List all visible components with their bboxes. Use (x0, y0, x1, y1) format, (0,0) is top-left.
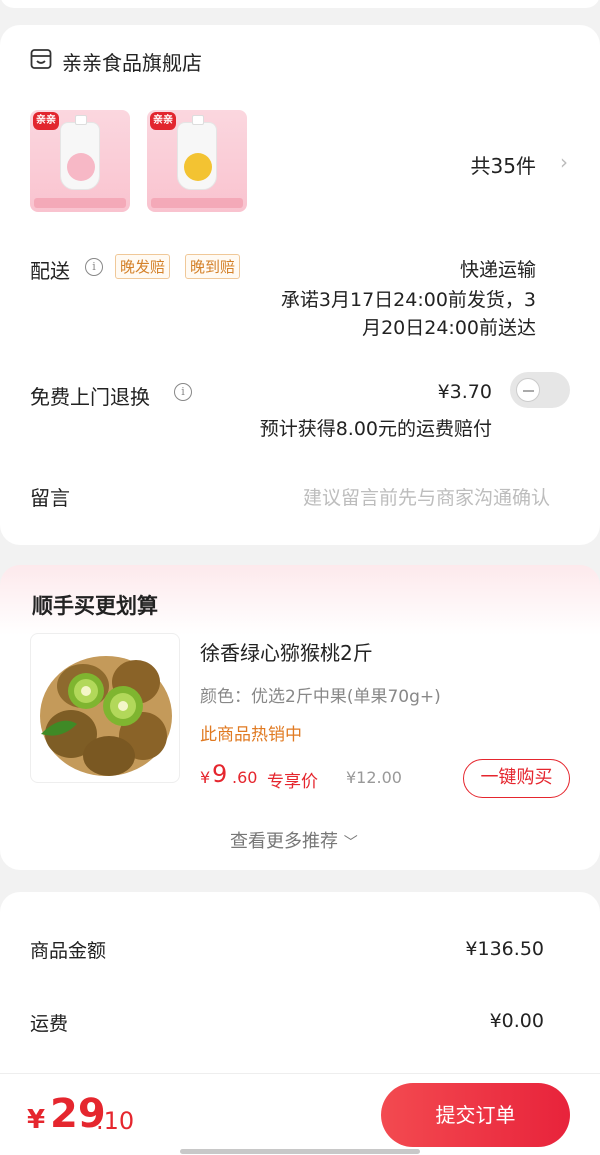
message-label: 留言 (30, 486, 70, 510)
chevron-right-icon[interactable]: › (560, 150, 568, 174)
previous-card (0, 0, 600, 8)
store-name[interactable]: 亲亲食品旗舰店 (62, 47, 202, 76)
late-ship-tag: 晚发赔 (115, 254, 171, 279)
rec-price-symbol: ¥ (200, 768, 211, 787)
delivery-promise-line2: 月20日24:00前送达 (362, 317, 536, 339)
jelly-pouch-image (177, 115, 217, 190)
info-icon[interactable]: i (174, 383, 192, 401)
item-count[interactable]: 共35件 (471, 150, 536, 179)
rec-product-hot-label: 此商品热销中 (200, 725, 302, 745)
more-recommend-label: 查看更多推荐 (230, 831, 338, 852)
goods-amount-value: ¥136.50 (465, 938, 544, 960)
return-service-price: ¥3.70 (437, 381, 492, 403)
late-arrive-tag: 晚到赔 (185, 254, 241, 279)
return-service-label: 免费上门退换 (30, 385, 150, 409)
brand-logo: 亲亲 (33, 112, 59, 130)
goods-amount-label: 商品金额 (30, 940, 107, 962)
jelly-pouch-image (60, 115, 100, 190)
total-decimal: .10 (96, 1107, 135, 1135)
product-thumbnail[interactable]: 亲亲 (30, 110, 130, 212)
message-input[interactable]: 建议留言前先与商家沟通确认 (303, 483, 550, 510)
product-thumbnail[interactable]: 亲亲 (147, 110, 247, 212)
info-icon[interactable]: i (85, 258, 103, 276)
shipping-fee-label: 运费 (30, 1013, 69, 1035)
total-symbol: ¥ (27, 1105, 46, 1135)
return-service-toggle[interactable] (510, 372, 570, 408)
rec-price-decimal: .60 (232, 768, 258, 787)
rec-price-integer: 9 (212, 760, 228, 788)
rec-product-name[interactable]: 徐香绿心猕猴桃2斤 (200, 637, 373, 666)
delivery-method[interactable]: 快递运输 (460, 255, 536, 282)
rec-product-spec: 颜色：优选2斤中果(单果70g+) (200, 687, 441, 707)
one-click-buy-button[interactable]: 一键购买 (463, 759, 570, 798)
home-indicator[interactable] (180, 1149, 420, 1154)
delivery-label: 配送 (30, 259, 70, 283)
chevron-down-icon: ﹀ (343, 835, 358, 851)
return-service-note: 预计获得8.00元的运费赔付 (259, 418, 492, 440)
brand-logo: 亲亲 (150, 112, 176, 130)
more-recommend-link[interactable]: 查看更多推荐 ﹀ (230, 827, 358, 853)
exclusive-price-label: 专享价 (267, 772, 318, 792)
original-price: ¥12.00 (346, 768, 402, 787)
store-icon (30, 49, 52, 69)
kiwi-product-image[interactable] (30, 633, 180, 783)
shipping-fee-value: ¥0.00 (489, 1010, 544, 1032)
submit-order-button[interactable]: 提交订单 (381, 1083, 570, 1147)
recommend-title: 顺手买更划算 (32, 594, 158, 618)
delivery-promise-line1: 承诺3月17日24:00前发货，3 (280, 289, 536, 311)
